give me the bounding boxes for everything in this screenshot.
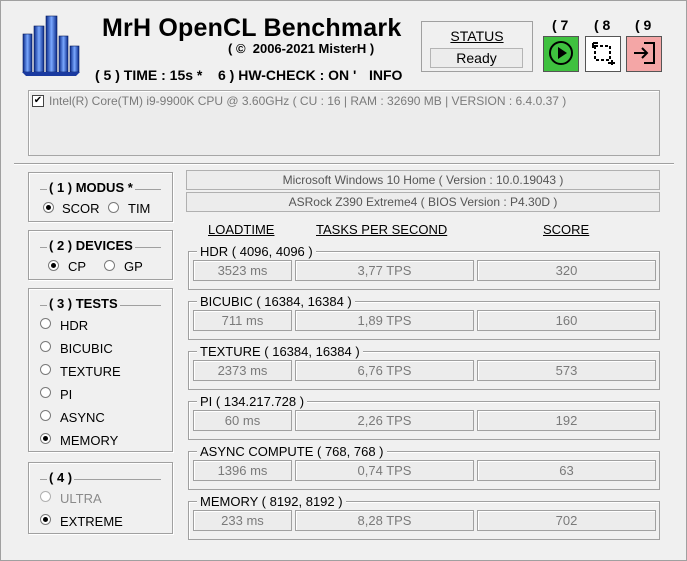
- level-ultra-radio[interactable]: [40, 491, 51, 502]
- modus-score-radio[interactable]: [43, 202, 54, 213]
- result-memory-tps: 8,28 TPS: [295, 510, 474, 531]
- result-bicubic-name: BICUBIC ( 16384, 16384 ): [197, 294, 355, 309]
- exit-icon: [631, 40, 657, 69]
- result-pi-load: 60 ms: [193, 410, 292, 431]
- device-gpu-radio[interactable]: [104, 260, 115, 271]
- test-memory-radio[interactable]: [40, 433, 51, 444]
- region-button-number: ( 8: [594, 17, 611, 33]
- result-memory-score: 702: [477, 510, 656, 531]
- test-texture-radio[interactable]: [40, 364, 51, 375]
- board-info: ASRock Z390 Extreme4 ( BIOS Version : P4…: [186, 192, 660, 212]
- system-info-text: Intel(R) Core(TM) i9-9900K CPU @ 3.60GHz…: [49, 94, 567, 108]
- result-hdr-tps: 3,77 TPS: [295, 260, 474, 281]
- result-hdr-score: 320: [477, 260, 656, 281]
- start-button-number: ( 7: [552, 17, 569, 33]
- hw-check-option[interactable]: 6 ) HW-CHECK : ON ': [218, 67, 356, 83]
- test-texture-label: TEXTURE: [60, 364, 121, 379]
- column-score: SCORE: [543, 222, 590, 237]
- status-label: STATUS: [450, 28, 504, 44]
- result-memory-name: MEMORY ( 8192, 8192 ): [197, 494, 346, 509]
- result-async-load: 1396 ms: [193, 460, 292, 481]
- result-pi-tps: 2,26 TPS: [295, 410, 474, 431]
- level-title: ( 4 ): [47, 470, 75, 485]
- level-extreme-radio[interactable]: [40, 514, 51, 525]
- status-value: Ready: [430, 48, 523, 68]
- result-async-score: 63: [477, 460, 656, 481]
- result-pi-name: PI ( 134.217.728 ): [197, 394, 308, 409]
- exit-button[interactable]: [626, 36, 662, 72]
- result-texture-name: TEXTURE ( 16384, 16384 ): [197, 344, 363, 359]
- test-async-radio[interactable]: [40, 410, 51, 421]
- level-extreme-label: EXTREME: [60, 514, 123, 529]
- os-info: Microsoft Windows 10 Home ( Version : 10…: [186, 170, 660, 190]
- test-async-label: ASYNC: [60, 410, 105, 425]
- exit-button-number: ( 9: [635, 17, 652, 33]
- result-bicubic-load: 711 ms: [193, 310, 292, 331]
- modus-time-label: TIM: [128, 201, 151, 216]
- device-cpu-label: CP: [68, 259, 87, 274]
- result-bicubic-score: 160: [477, 310, 656, 331]
- result-texture-tps: 6,76 TPS: [295, 360, 474, 381]
- region-select-icon: [590, 40, 616, 69]
- result-memory-load: 233 ms: [193, 510, 292, 531]
- test-pi-radio[interactable]: [40, 387, 51, 398]
- device-cpu-radio[interactable]: [48, 260, 59, 271]
- tests-title: ( 3 ) TESTS: [47, 296, 120, 311]
- result-texture-load: 2373 ms: [193, 360, 292, 381]
- play-icon: [548, 40, 574, 69]
- app-logo: [20, 12, 82, 76]
- status-panel: STATUS Ready: [421, 21, 533, 72]
- column-loadtime: LOADTIME: [208, 222, 275, 237]
- system-checkbox[interactable]: ✔: [32, 95, 44, 107]
- result-pi-score: 192: [477, 410, 656, 431]
- section-divider: [14, 163, 674, 165]
- result-bicubic-tps: 1,89 TPS: [295, 310, 474, 331]
- test-hdr-label: HDR: [60, 318, 89, 333]
- app-title: MrH OpenCL Benchmark: [102, 14, 402, 42]
- result-async-name: ASYNC COMPUTE ( 768, 768 ): [197, 444, 387, 459]
- result-hdr-name: HDR ( 4096, 4096 ): [197, 244, 316, 259]
- copyright-text: ( © 2006-2021 MisterH ): [228, 41, 375, 56]
- result-texture-score: 573: [477, 360, 656, 381]
- test-bicubic-radio[interactable]: [40, 341, 51, 352]
- column-tps: TASKS PER SECOND: [316, 222, 448, 237]
- time-option[interactable]: ( 5 ) TIME : 15s *: [95, 67, 202, 83]
- region-select-button[interactable]: [585, 36, 621, 72]
- device-gpu-label: GP: [124, 259, 143, 274]
- test-pi-label: PI: [60, 387, 73, 402]
- modus-score-label: SCOR: [62, 201, 100, 216]
- result-hdr-load: 3523 ms: [193, 260, 292, 281]
- test-bicubic-label: BICUBIC: [60, 341, 113, 356]
- test-hdr-radio[interactable]: [40, 318, 51, 329]
- info-option[interactable]: INFO: [369, 67, 402, 83]
- start-benchmark-button[interactable]: [543, 36, 579, 72]
- modus-title: ( 1 ) MODUS *: [47, 180, 135, 195]
- level-ultra-label: ULTRA: [60, 491, 102, 506]
- modus-time-radio[interactable]: [108, 202, 119, 213]
- devices-title: ( 2 ) DEVICES: [47, 238, 135, 253]
- test-memory-label: MEMORY: [60, 433, 119, 448]
- result-async-tps: 0,74 TPS: [295, 460, 474, 481]
